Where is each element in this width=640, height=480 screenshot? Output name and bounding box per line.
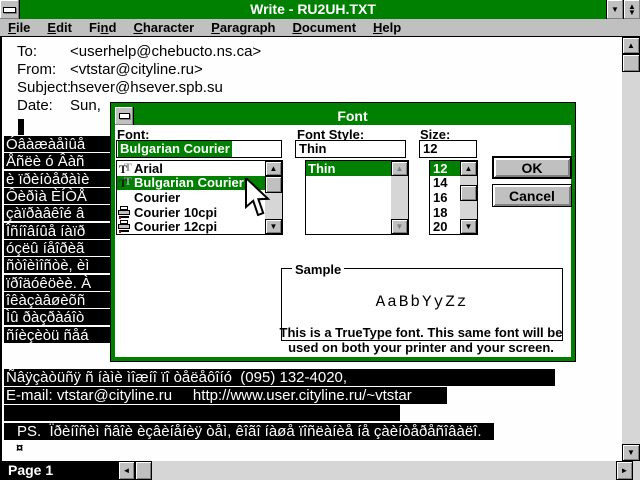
page-indicator: Page 1 (0, 461, 118, 480)
scroll-up-button[interactable]: ▲ (265, 161, 282, 176)
arrow-down-icon: ▼ (270, 222, 278, 231)
control-menu-icon (3, 7, 16, 13)
selected-fragment: ñòîèìîñòè, èì (4, 257, 110, 273)
end-of-document-mark: ¤ (16, 440, 23, 455)
arrow-down-icon: ▼ (465, 222, 473, 231)
font-name-input[interactable]: Bulgarian Courier (116, 140, 282, 158)
selected-fragment: Ôèðìà ÈÍÒÅ (4, 188, 110, 204)
arrow-up-icon: ▲ (396, 164, 404, 173)
selected-fragment: óçëû íåîðèã (4, 240, 110, 256)
ok-button[interactable]: OK (492, 156, 572, 179)
dialog-control-menu-button[interactable] (115, 107, 134, 125)
arrow-up-icon: ▲ (465, 164, 473, 173)
scroll-down-button[interactable]: ▼ (622, 444, 640, 461)
selected-fragment: ïðîäóêöèè. À (4, 275, 110, 291)
truetype-info-line2: used on both your printer and your scree… (261, 340, 581, 355)
font-style-input[interactable]: Thin (295, 140, 406, 158)
header-line-from: From:<vtstar@cityline.ru> (17, 61, 203, 78)
font-dialog: Font Font: Bulgarian Courier TT Arial TT… (110, 102, 576, 362)
title-bar: Write - RU2UH.TXT ▼ ▲ ▼ (0, 0, 640, 19)
selected-fragment: Ìû ðàçðàáîò (4, 309, 110, 325)
selected-fragment: è ïðèíòåðàìè (4, 171, 110, 187)
selected-line-ps: PS. Ïðèíîñèì ñâîè èçâèíåíèÿ òåì, êîãî íà… (4, 423, 494, 440)
scroll-down-button-disabled: ▼ (391, 219, 408, 234)
horizontal-scroll-thumb[interactable] (135, 461, 152, 480)
menu-character[interactable]: Character (133, 20, 194, 35)
scroll-up-button[interactable]: ▲ (622, 37, 640, 54)
selection-start-mark (18, 119, 24, 135)
arrow-up-icon: ▲ (270, 164, 278, 173)
font-style-item-selected[interactable]: Thin (306, 161, 393, 176)
menu-find[interactable]: Find (89, 20, 116, 35)
header-line-to: To:<userhelp@chebucto.ns.ca> (17, 43, 261, 60)
menu-file[interactable]: File (8, 20, 30, 35)
restore-button[interactable]: ▲ ▼ (623, 0, 640, 19)
minimize-button[interactable]: ▼ (606, 0, 623, 19)
arrow-left-icon: ◄ (123, 466, 131, 475)
dialog-control-menu-icon (119, 113, 130, 119)
dialog-title-bar: Font (115, 107, 571, 125)
selected-line-phone: Ñâÿçàòüñÿ ñ íàìè ìîæíî ïî òåëåôîíó (095)… (4, 369, 555, 386)
arrow-up-icon: ▲ (627, 41, 635, 50)
menu-paragraph[interactable]: Paragraph (211, 20, 275, 35)
size-list[interactable]: 12 14 16 18 20 ▲ ▼ (429, 160, 478, 235)
printer-font-icon (117, 206, 134, 219)
minimize-icon: ▼ (611, 7, 619, 13)
menu-document[interactable]: Document (292, 20, 356, 35)
selected-fragment: ñíèçèòü ñåá (4, 327, 110, 343)
truetype-icon: TT (117, 162, 134, 175)
truetype-icon: TT (117, 176, 134, 189)
vertical-scrollbar[interactable]: ▲ ▼ (622, 37, 640, 461)
arrow-right-icon: ► (621, 466, 629, 475)
cancel-button[interactable]: Cancel (492, 184, 572, 207)
horizontal-scrollbar[interactable]: ◄ ► (118, 461, 640, 480)
font-list-item[interactable]: TT Arial (117, 161, 282, 176)
no-icon (117, 191, 134, 204)
vertical-scroll-thumb[interactable] (622, 54, 640, 72)
window-title: Write - RU2UH.TXT (20, 0, 606, 19)
scroll-up-button-disabled: ▲ (391, 161, 408, 176)
printer-font-icon (117, 220, 134, 233)
truetype-info-line1: This is a TrueType font. This same font … (261, 325, 581, 340)
selected-fragment: Óâàæàåìûå (4, 136, 110, 152)
scroll-right-button[interactable]: ► (616, 461, 633, 480)
scroll-thumb[interactable] (460, 185, 477, 201)
write-app-window: Write - RU2UH.TXT ▼ ▲ ▼ File Edit Find C… (0, 0, 640, 480)
selected-blank-line (4, 405, 400, 421)
menu-edit[interactable]: Edit (47, 20, 72, 35)
dialog-content: Font: Bulgarian Courier TT Arial TT Bulg… (115, 125, 571, 357)
selected-fragment: Åñëè ó Âàñ (4, 153, 110, 169)
selected-line-email: E-mail: vtstar@cityline.ru http://www.us… (4, 387, 447, 404)
size-item-selected[interactable]: 12 (430, 161, 464, 176)
size-scrollbar[interactable]: ▲ ▼ (460, 161, 477, 234)
header-line-subject: Subject:hsever@hsever.spb.su (17, 79, 223, 96)
font-style-list[interactable]: Thin ▲ ▼ (305, 160, 409, 235)
status-bar: Page 1 ◄ ► (0, 461, 640, 480)
scroll-down-button[interactable]: ▼ (460, 219, 477, 234)
header-line-date: Date:Sun, (17, 97, 101, 114)
control-menu-button[interactable] (0, 0, 20, 19)
menu-bar: File Edit Find Character Paragraph Docum… (0, 19, 640, 37)
sample-group-label: Sample (292, 262, 344, 277)
restore-down-icon: ▼ (628, 10, 636, 16)
size-input[interactable]: 12 (419, 140, 477, 158)
selected-fragment: îêàçàâøèõñ (4, 292, 110, 308)
selected-fragment: Îñíîâíûå íàïð (4, 223, 110, 239)
font-list-item-selected[interactable]: TT Bulgarian Courier (117, 176, 265, 191)
dialog-title: Font (134, 107, 571, 125)
scroll-left-button[interactable]: ◄ (118, 461, 135, 480)
menu-help[interactable]: Help (373, 20, 401, 35)
font-style-scrollbar[interactable]: ▲ ▼ (391, 161, 408, 234)
arrow-down-icon: ▼ (396, 222, 404, 231)
sample-preview-text: AaBbYyZz (282, 293, 562, 311)
mouse-cursor-icon (244, 178, 272, 223)
arrow-down-icon: ▼ (627, 448, 635, 457)
scroll-up-button[interactable]: ▲ (460, 161, 477, 176)
selected-fragment: çàïðàâêîé â (4, 205, 110, 221)
